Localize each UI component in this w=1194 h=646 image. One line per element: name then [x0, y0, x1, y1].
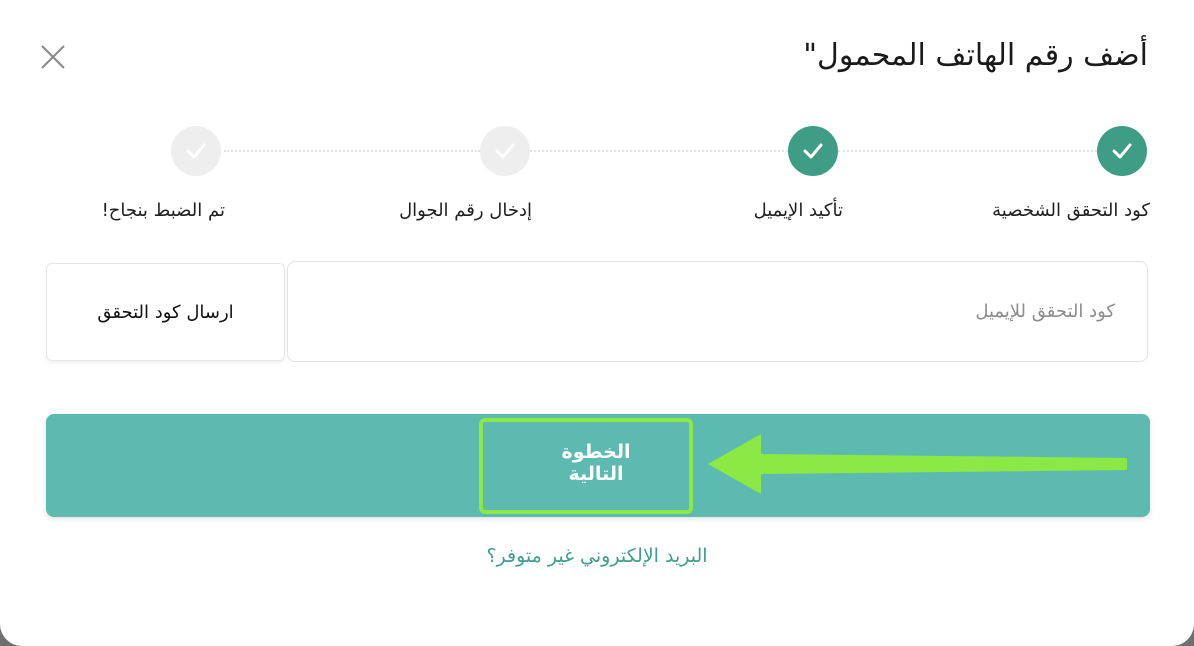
step-connector: [224, 150, 480, 152]
step-1-indicator: [1097, 126, 1147, 176]
step-connector: [530, 150, 788, 152]
step-connector: [838, 150, 1097, 152]
next-step-label: الخطوة التالية: [561, 441, 631, 485]
step-4-label: تم الضبط بنجاح!: [101, 200, 225, 221]
check-icon: [803, 143, 823, 159]
progress-stepper: كود التحقق الشخصية تأكيد الإيميل إدخال ر…: [0, 0, 1194, 240]
check-icon: [186, 143, 206, 159]
step-2-indicator: [788, 126, 838, 176]
check-icon: [1112, 143, 1132, 159]
email-verification-code-input[interactable]: [287, 261, 1148, 362]
step-1-label: كود التحقق الشخصية: [992, 200, 1150, 221]
send-code-button[interactable]: ارسال كود التحقق: [46, 263, 285, 361]
step-3-indicator: [480, 126, 530, 176]
step-3-label: إدخال رقم الجوال: [399, 200, 532, 221]
check-icon: [495, 143, 515, 159]
step-4-indicator: [171, 126, 221, 176]
add-mobile-modal: أضف رقم الهاتف المحمول" كود التحقق الشخص…: [0, 0, 1194, 646]
step-2-label: تأكيد الإيميل: [753, 200, 843, 221]
email-unavailable-link[interactable]: البريد الإلكتروني غير متوفر؟: [0, 545, 1194, 567]
